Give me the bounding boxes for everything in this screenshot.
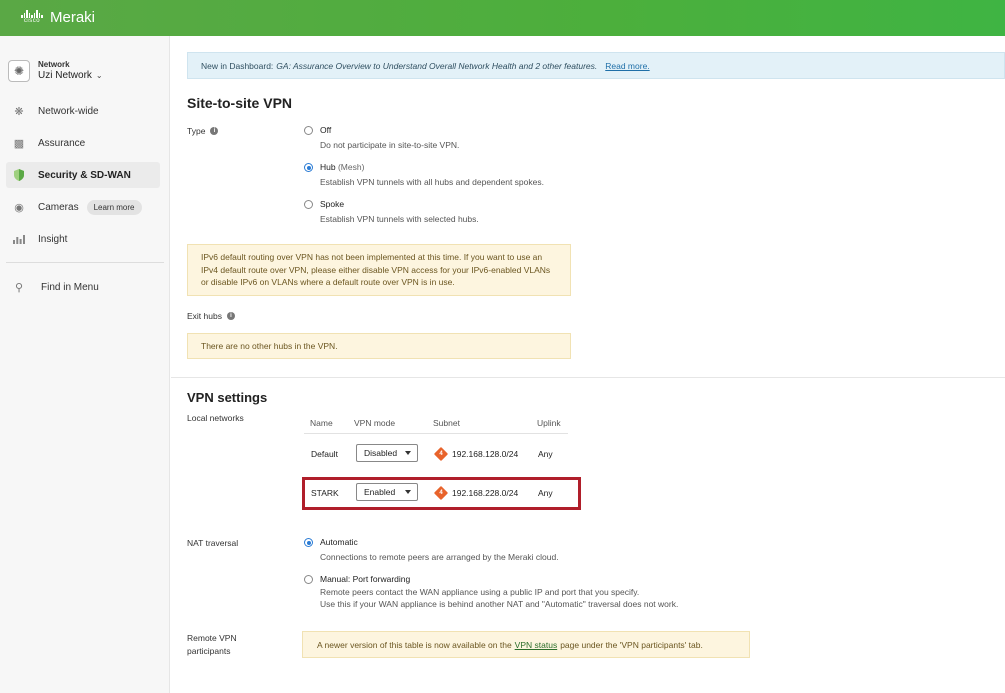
option-title: Hub (320, 162, 336, 172)
participants-label: participants (187, 646, 231, 656)
assurance-icon: ▩ (13, 137, 25, 150)
column-header-vpn-mode: VPN mode (354, 418, 396, 428)
sidebar-item-assurance[interactable]: ▩ Assurance (6, 130, 160, 156)
table-header-divider (304, 433, 568, 434)
sidebar-item-label: Security & SD-WAN (38, 169, 131, 181)
ipv4-badge-text: 4 (439, 451, 443, 457)
announcement-banner: New in Dashboard: GA: Assurance Overview… (187, 52, 1005, 79)
sidebar-divider (6, 262, 164, 263)
option-desc: Establish VPN tunnels with all hubs and … (320, 177, 544, 187)
vpn-mode-select[interactable]: Disabled (356, 444, 418, 462)
learn-more-badge[interactable]: Learn more (86, 199, 142, 215)
option-title: Manual: Port forwarding (320, 574, 411, 584)
vpn-mode-value: Enabled (364, 487, 396, 497)
remote-participants-note: A newer version of this table is now ava… (302, 631, 750, 658)
sidebar-item-security-sdwan[interactable]: Security & SD-WAN (6, 162, 160, 188)
banner-prefix: New in Dashboard: (201, 60, 274, 71)
radio-manual[interactable] (304, 575, 313, 584)
type-option-off[interactable]: Off Do not participate in site-to-site V… (304, 125, 459, 151)
exit-hubs-label: Exit hubs i (187, 311, 235, 321)
network-name: Uzi Network (38, 70, 92, 81)
vpn-settings-title: VPN settings (187, 390, 268, 405)
option-title: Off (320, 125, 332, 135)
caret-down-icon (405, 490, 411, 494)
caret-down-icon (405, 451, 411, 455)
cisco-wordmark: cisco (23, 18, 41, 24)
shield-icon (11, 167, 27, 183)
row-subnet: 192.168.128.0/24 (452, 449, 519, 459)
ipv4-badge-icon: 4 (433, 446, 449, 462)
nat-option-automatic[interactable]: Automatic Connections to remote peers ar… (304, 537, 559, 563)
option-desc-2: Use this if your WAN appliance is behind… (320, 599, 679, 609)
ipv4-badge-icon: 4 (433, 485, 449, 501)
network-icon: ✺ (8, 60, 30, 82)
chevron-down-icon: ⌄ (95, 71, 103, 80)
radio-hub[interactable] (304, 163, 313, 172)
option-desc: Remote peers contact the WAN appliance u… (320, 587, 640, 597)
read-more-link[interactable]: Read more. (605, 61, 649, 71)
option-title: Automatic (320, 537, 358, 547)
type-label-text: Type (187, 126, 206, 136)
info-icon[interactable]: i (210, 127, 219, 135)
banner-text: GA: Assurance Overview to Understand Ove… (276, 60, 598, 71)
sidebar-item-network-wide[interactable]: ❋ Network-wide (6, 98, 160, 124)
column-header-name: Name (310, 418, 333, 428)
exit-hubs-label-text: Exit hubs (187, 311, 222, 321)
network-wide-icon: ❋ (14, 105, 24, 118)
nat-option-manual[interactable]: Manual: Port forwarding Remote peers con… (304, 574, 678, 610)
option-desc: Establish VPN tunnels with selected hubs… (320, 214, 479, 224)
vpn-mode-select[interactable]: Enabled (356, 483, 418, 501)
option-desc: Connections to remote peers are arranged… (320, 552, 559, 562)
sidebar-item-cameras[interactable]: ◉ Cameras Learn more (6, 194, 160, 220)
sidebar: ✺ Network Uzi Network ⌄ ❋ Network-wide ▩ … (0, 36, 170, 693)
type-option-spoke[interactable]: Spoke Establish VPN tunnels with selecte… (304, 199, 479, 225)
camera-icon: ◉ (14, 201, 24, 214)
remote-vpn-label: Remote VPN (187, 633, 237, 643)
type-label: Type i (187, 126, 219, 136)
bar-chart-icon (11, 231, 27, 247)
page-title: Site-to-site VPN (187, 95, 293, 111)
row-name: Default (311, 449, 338, 459)
row-uplink: Any (538, 488, 553, 498)
sidebar-item-label: Assurance (38, 137, 86, 149)
find-menu-icon: ⚲ (14, 281, 24, 294)
radio-off[interactable] (304, 126, 313, 135)
sidebar-item-label: Insight (38, 233, 68, 245)
row-name: STARK (311, 488, 339, 498)
vpn-mode-value: Disabled (364, 448, 398, 458)
column-header-uplink: Uplink (537, 418, 561, 428)
info-icon[interactable]: i (226, 312, 235, 320)
note-text: A newer version of this table is now ava… (317, 639, 512, 650)
sidebar-item-label: Find in Menu (41, 281, 99, 293)
vpn-status-link[interactable]: VPN status (515, 640, 558, 650)
sidebar-item-insight[interactable]: Insight (6, 226, 160, 252)
main-content: New in Dashboard: GA: Assurance Overview… (171, 36, 1005, 693)
top-bar: cisco Meraki (0, 0, 1005, 36)
section-divider (171, 377, 1005, 378)
type-option-hub[interactable]: Hub (Mesh) Establish VPN tunnels with al… (304, 162, 544, 188)
option-sub: (Mesh) (337, 162, 365, 172)
sidebar-item-label: Cameras (38, 201, 79, 213)
option-desc: Do not participate in site-to-site VPN. (320, 140, 460, 150)
local-networks-label: Local networks (187, 413, 244, 423)
sidebar-item-find-in-menu[interactable]: ⚲ Find in Menu (6, 274, 160, 300)
radio-automatic[interactable] (304, 538, 313, 547)
row-uplink: Any (538, 449, 553, 459)
radio-spoke[interactable] (304, 200, 313, 209)
option-title: Spoke (320, 199, 345, 209)
sidebar-item-label: Network-wide (38, 105, 99, 117)
ipv6-warning: IPv6 default routing over VPN has not be… (187, 244, 571, 296)
exit-hubs-notice: There are no other hubs in the VPN. (187, 333, 571, 359)
ipv4-badge-text: 4 (439, 490, 443, 496)
network-selector[interactable]: ✺ Network Uzi Network ⌄ (8, 60, 103, 82)
note-text-after: page under the 'VPN participants' tab. (560, 639, 703, 650)
nat-traversal-label: NAT traversal (187, 538, 239, 548)
product-name: Meraki (50, 9, 96, 26)
meraki-logo[interactable]: cisco Meraki (20, 9, 95, 26)
network-label: Network (38, 60, 70, 69)
column-header-subnet: Subnet (433, 418, 460, 428)
row-subnet: 192.168.228.0/24 (452, 488, 519, 498)
cisco-logo-icon: cisco (20, 10, 44, 25)
